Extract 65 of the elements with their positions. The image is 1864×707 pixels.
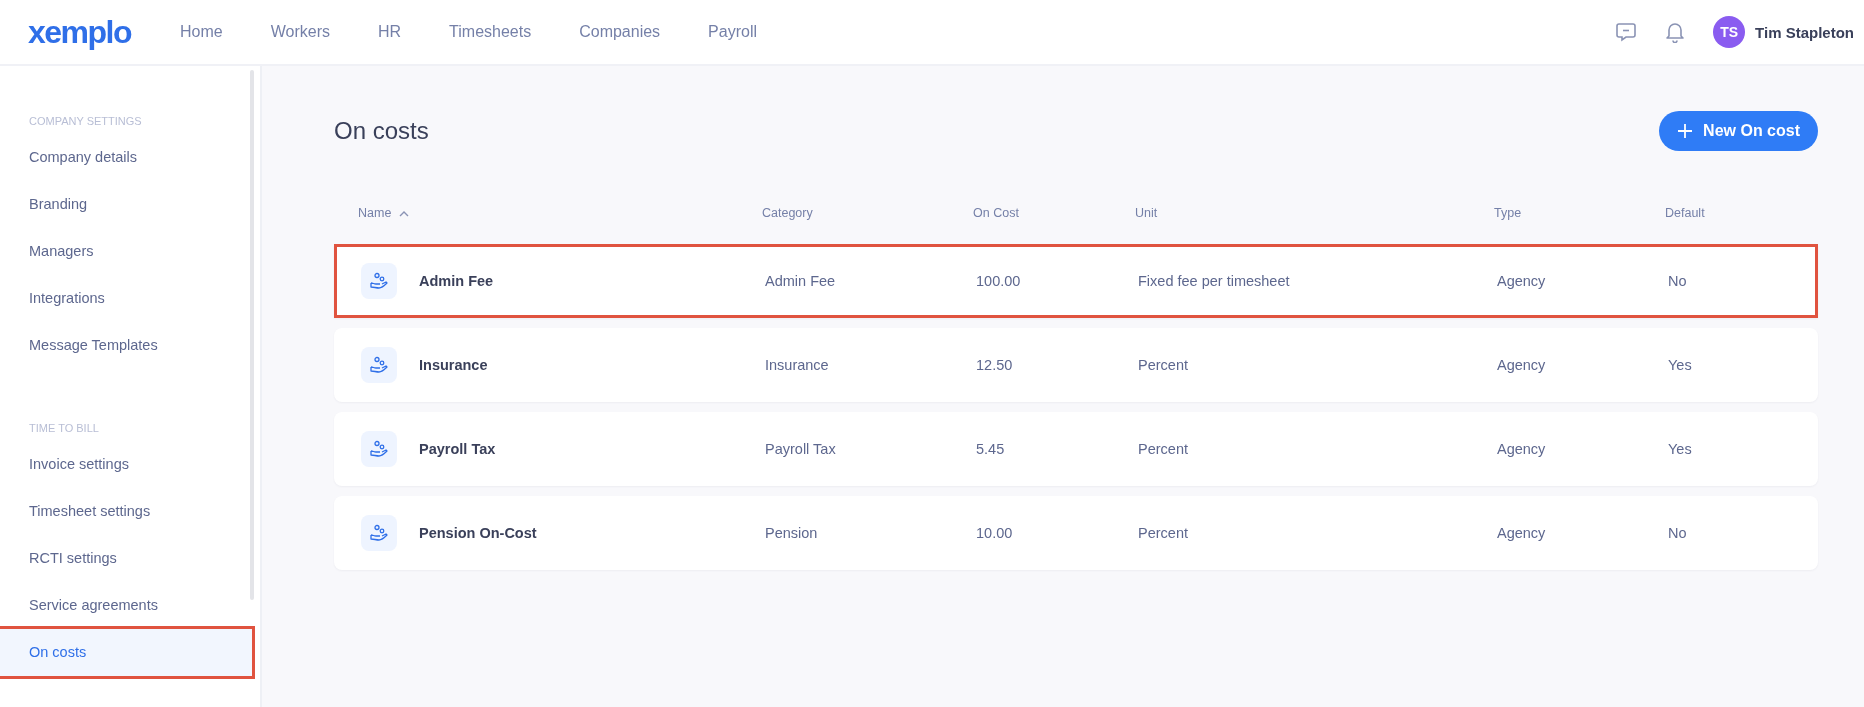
section-heading: COMPANY SETTINGS <box>28 115 143 127</box>
table-row[interactable]: Admin Fee Admin Fee 100.00 Fixed fee per timesheet Agency No <box>334 244 1818 318</box>
table-cell-text: 100.00 <box>976 273 1022 289</box>
table-cell-text: Agency <box>1497 441 1547 457</box>
table-row[interactable]: Pension On-Cost Pension 10.00 Percent Agency No <box>334 496 1818 570</box>
table-cell-text: Percent <box>1138 525 1189 541</box>
column-header: Unit <box>1135 206 1159 220</box>
section-heading: TIME TO BILL <box>28 422 100 434</box>
nav-link[interactable]: Workers <box>270 23 330 41</box>
table-cell-text: Yes <box>1668 357 1693 373</box>
table-cell-text: Fixed fee per timesheet <box>1138 273 1291 289</box>
table-row[interactable]: Insurance Insurance 12.50 Percent Agency Yes <box>334 328 1818 402</box>
user-name[interactable]: Tim Stapleton <box>1755 23 1854 41</box>
table-cell-text: Agency <box>1497 357 1547 373</box>
sidebar-item[interactable]: Managers <box>0 228 252 275</box>
nav-link[interactable]: Home <box>180 23 223 41</box>
table-cell-text: 10.00 <box>976 525 1014 541</box>
nav-link[interactable]: HR <box>377 23 402 41</box>
table-cell: Pension On-Cost <box>419 525 537 541</box>
sidebar-item[interactable]: Integrations <box>0 275 252 322</box>
table-cell-text: Yes <box>1668 441 1693 457</box>
nav-link[interactable]: Timesheets <box>449 23 532 41</box>
table-cell-text: No <box>1668 273 1688 289</box>
table-cell-text: Agency <box>1497 525 1547 541</box>
page-title: On costs <box>334 117 429 145</box>
table-cell-text: Percent <box>1138 357 1189 373</box>
chat-icon[interactable] <box>1615 21 1638 43</box>
sidebar-item[interactable]: Timesheet settings <box>0 488 252 535</box>
hand-coins-icon <box>361 347 397 383</box>
logo[interactable]: xemplo <box>28 16 180 48</box>
table-cell-text: Agency <box>1497 273 1547 289</box>
sidebar-item[interactable]: Service agreements <box>0 582 252 629</box>
hand-coins-icon <box>361 263 397 299</box>
sortable-column-header[interactable]: Name <box>358 206 762 220</box>
new-on-cost-button[interactable]: New On cost <box>1659 111 1818 151</box>
nav-link[interactable]: Payroll <box>708 23 757 41</box>
nav-link[interactable]: Companies <box>579 23 661 41</box>
table-cell: Insurance <box>419 357 488 373</box>
caret-icon <box>399 209 410 217</box>
hand-coins-icon <box>361 515 397 551</box>
user-avatar[interactable]: TS <box>1713 16 1746 48</box>
sidebar-item[interactable]: On costs <box>0 629 252 676</box>
column-header: Type <box>1494 206 1523 220</box>
table-cell-text: 12.50 <box>976 357 1014 373</box>
column-header: On Cost <box>973 206 1020 220</box>
sidebar-item[interactable]: Company details <box>0 134 252 181</box>
column-header: Default <box>1665 206 1706 220</box>
bell-icon[interactable] <box>1665 21 1686 43</box>
sidebar-item[interactable]: Invoice settings <box>0 441 252 488</box>
table-cell-text: Percent <box>1138 441 1189 457</box>
plus-icon <box>1677 123 1694 139</box>
sidebar-item[interactable]: Message Templates <box>0 322 252 369</box>
table-cell: Admin Fee <box>419 273 494 289</box>
table-cell-text: Insurance <box>765 357 830 373</box>
sidebar-item[interactable]: Branding <box>0 181 252 228</box>
table-cell-text: No <box>1668 525 1688 541</box>
sidebar-item[interactable]: RCTI settings <box>0 535 252 582</box>
hand-coins-icon <box>361 431 397 467</box>
column-header: Category <box>762 206 814 220</box>
table-row[interactable]: Payroll Tax Payroll Tax 5.45 Percent Agency Yes <box>334 412 1818 486</box>
table-cell-text: 5.45 <box>976 441 1006 457</box>
table-cell-text: Pension <box>765 525 819 541</box>
table-cell-text: Admin Fee <box>765 273 837 289</box>
table-cell: Payroll Tax <box>419 441 496 457</box>
table-cell-text: Payroll Tax <box>765 441 837 457</box>
